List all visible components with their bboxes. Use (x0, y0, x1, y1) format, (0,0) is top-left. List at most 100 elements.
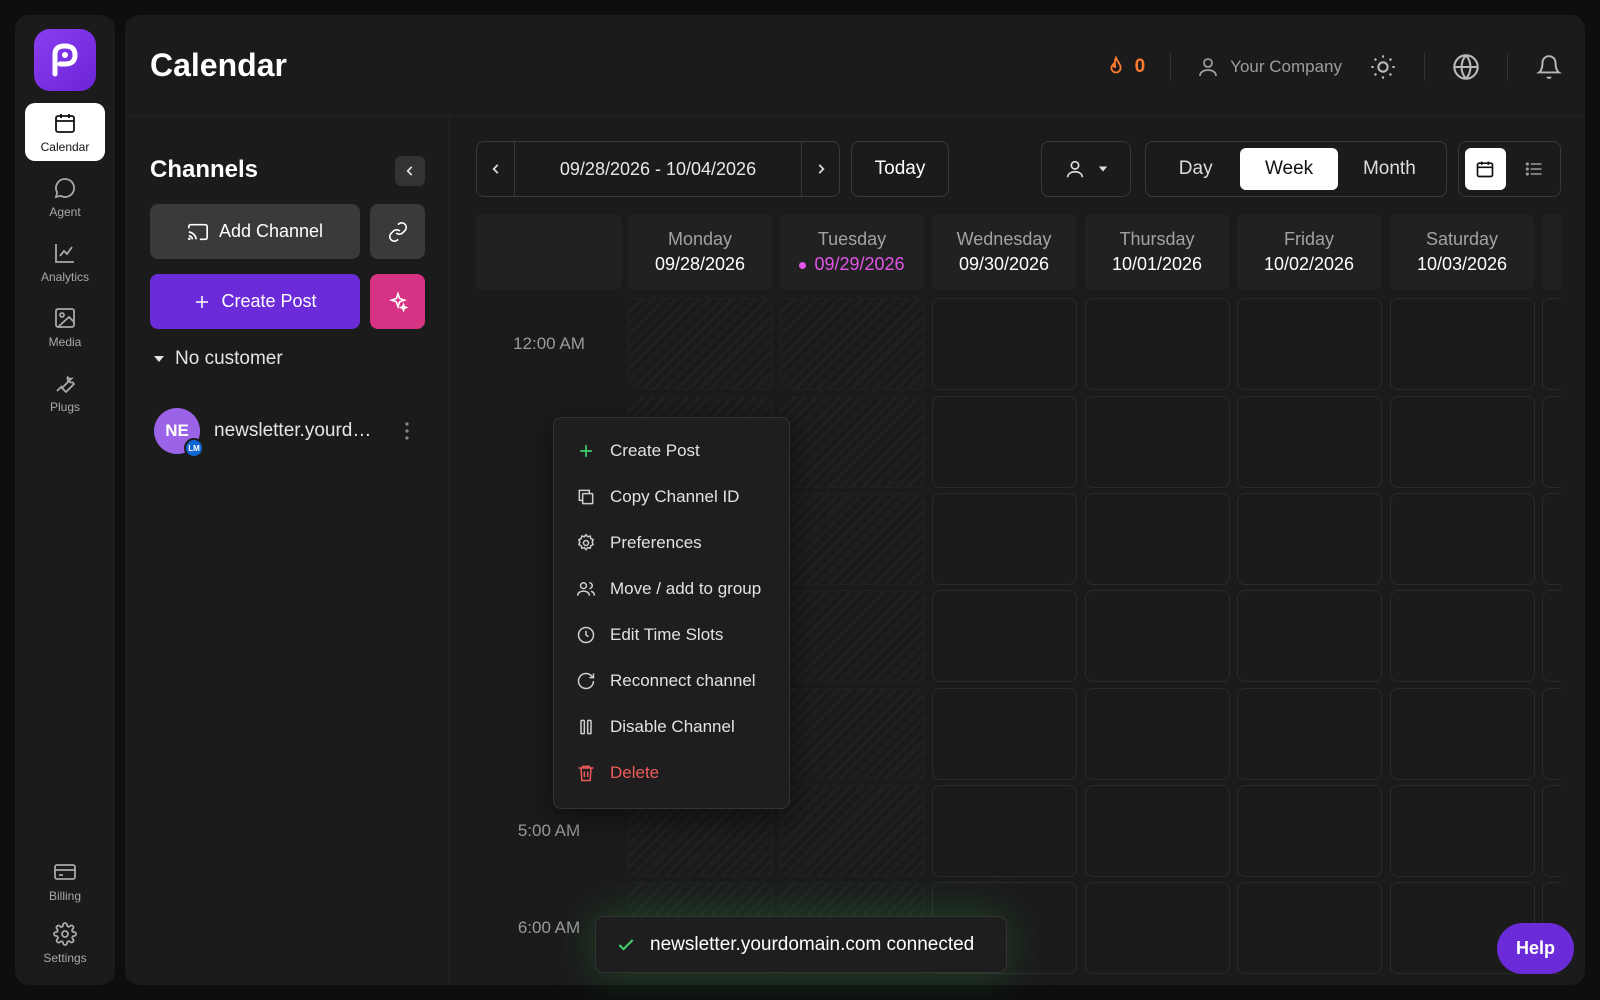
time-slot[interactable] (1390, 396, 1535, 488)
time-slot[interactable] (932, 298, 1077, 390)
nav-settings[interactable]: Settings (25, 914, 105, 972)
help-button[interactable]: Help (1497, 923, 1574, 974)
date-range-label[interactable]: 09/28/2026 - 10/04/2026 (514, 142, 802, 196)
time-slot[interactable] (1085, 396, 1230, 488)
day-date-text: 09/28/2026 (654, 254, 746, 274)
list-layout-button[interactable] (1514, 148, 1555, 190)
channel-options-button[interactable] (399, 422, 415, 440)
previous-week-button[interactable] (477, 142, 514, 196)
time-label: 12:00 AM (513, 334, 585, 353)
day-name: Tuesday (817, 229, 887, 249)
view-month[interactable]: Month (1338, 148, 1441, 190)
time-slot[interactable] (1390, 688, 1535, 780)
menu-create-post[interactable]: Create Post (554, 428, 789, 474)
day-date-text: 09/30/2026 (958, 254, 1050, 274)
nav-media[interactable]: Media (25, 298, 105, 356)
next-week-button[interactable] (802, 142, 839, 196)
add-channel-button[interactable]: Add Channel (150, 204, 360, 259)
time-slot[interactable] (932, 590, 1077, 682)
time-slot[interactable] (1542, 493, 1561, 585)
today-button[interactable]: Today (851, 141, 949, 197)
calendar-icon (55, 113, 75, 133)
menu-copy-channel-id[interactable]: Copy Channel ID (554, 474, 789, 520)
calendar-layout-button[interactable] (1465, 148, 1506, 190)
time-slot[interactable] (1237, 882, 1382, 974)
menu-move-to-group[interactable]: Move / add to group (554, 566, 789, 612)
copy-link-button[interactable] (370, 204, 425, 259)
day-header[interactable]: Friday 10/02/2026 (1237, 214, 1381, 290)
streak-counter[interactable]: 0 (1105, 55, 1145, 79)
time-slot[interactable] (1085, 688, 1230, 780)
menu-preferences[interactable]: Preferences (554, 520, 789, 566)
time-slot (780, 298, 925, 390)
time-slot[interactable] (1390, 493, 1535, 585)
time-slot[interactable] (1542, 590, 1561, 682)
time-slot[interactable] (1542, 785, 1561, 877)
time-slot[interactable] (1085, 493, 1230, 585)
menu-delete[interactable]: Delete (554, 750, 789, 796)
time-slot[interactable] (932, 396, 1077, 488)
theme-toggle[interactable] (1367, 51, 1399, 83)
caret-down-icon (1098, 166, 1108, 172)
add-channel-label: Add Channel (218, 221, 324, 241)
day-name: Thursday (1119, 229, 1195, 249)
nav-label: Plugs (49, 399, 81, 414)
nav-agent[interactable]: Agent (25, 168, 105, 226)
create-post-button[interactable]: Create Post (150, 274, 360, 329)
day-header[interactable]: Thursday 10/01/2026 (1085, 214, 1229, 290)
notifications-button[interactable] (1533, 51, 1565, 83)
customer-select[interactable] (1041, 141, 1131, 197)
time-slot[interactable] (1237, 298, 1382, 390)
list-icon (1525, 162, 1542, 176)
nav-label: Agent (49, 204, 81, 219)
language-button[interactable] (1450, 51, 1482, 83)
day-header[interactable]: Monday 09/28/2026 (628, 214, 772, 290)
view-week[interactable]: Week (1240, 148, 1338, 190)
gear-icon (577, 533, 595, 551)
time-slot[interactable] (1085, 882, 1230, 974)
menu-edit-time-slots[interactable]: Edit Time Slots (554, 612, 789, 658)
plus-icon (196, 295, 209, 308)
time-slot[interactable] (1390, 590, 1535, 682)
menu-reconnect-channel[interactable]: Reconnect channel (554, 658, 789, 704)
collapse-channels-button[interactable] (395, 156, 425, 186)
day-header[interactable] (1542, 214, 1561, 290)
channel-item[interactable]: NE LM newsletter.yourdomain.com (154, 406, 434, 458)
day-header[interactable]: Saturday 10/03/2026 (1390, 214, 1534, 290)
time-slot[interactable] (932, 493, 1077, 585)
time-slot[interactable] (1237, 396, 1382, 488)
time-slot[interactable] (1085, 590, 1230, 682)
day-header[interactable]: Tuesday 09/29/2026 (780, 214, 924, 290)
time-slot[interactable] (1542, 688, 1561, 780)
time-slot[interactable] (1237, 688, 1382, 780)
day-date: 10/01/2026 (1112, 254, 1202, 275)
time-slot[interactable] (1237, 493, 1382, 585)
time-label: 5:00 AM (517, 821, 581, 840)
time-slot[interactable] (932, 688, 1077, 780)
time-slot[interactable] (1542, 396, 1561, 488)
time-slot[interactable] (1085, 785, 1230, 877)
time-slot[interactable] (1542, 298, 1561, 390)
time-slot (780, 493, 925, 585)
view-day[interactable]: Day (1151, 148, 1240, 190)
nav-calendar[interactable]: Calendar (25, 103, 105, 161)
today-indicator (799, 261, 807, 269)
nav-billing[interactable]: Billing (25, 852, 105, 910)
menu-disable-channel[interactable]: Disable Channel (554, 704, 789, 750)
day-date: 09/30/2026 (959, 254, 1049, 275)
company-selector[interactable]: Your Company (1196, 55, 1342, 79)
day-header[interactable]: Wednesday 09/30/2026 (932, 214, 1076, 290)
app-logo[interactable] (34, 29, 96, 91)
day-date-text: 10/02/2026 (1263, 254, 1355, 274)
nav-analytics[interactable]: Analytics (25, 233, 105, 291)
ai-generate-button[interactable] (370, 274, 425, 329)
nav-plugs[interactable]: Plugs (25, 363, 105, 421)
customer-group-toggle[interactable]: No customer (153, 348, 283, 370)
left-nav: Calendar Agent Analytics Media Plugs Bil… (15, 15, 115, 985)
time-slot[interactable] (1390, 298, 1535, 390)
time-slot[interactable] (932, 785, 1077, 877)
time-slot[interactable] (1390, 785, 1535, 877)
time-slot[interactable] (1085, 298, 1230, 390)
time-slot[interactable] (1237, 590, 1382, 682)
time-slot[interactable] (1237, 785, 1382, 877)
